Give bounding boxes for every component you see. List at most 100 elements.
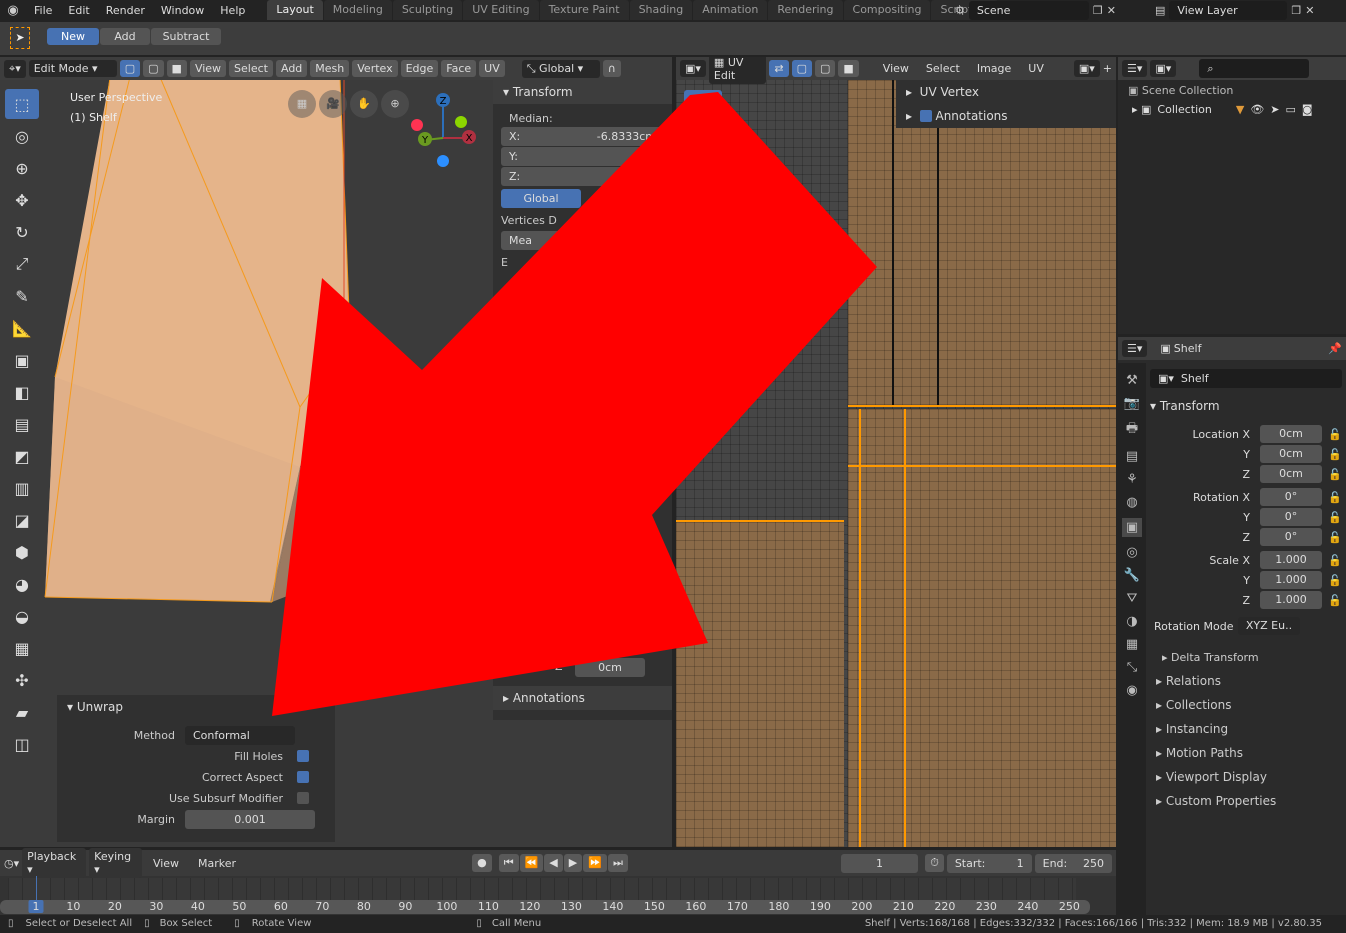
vertex-select-icon[interactable]: ▢ [119,60,141,77]
uv-select-tool-icon[interactable] [684,90,722,120]
median-y-field[interactable]: Y: [501,147,664,166]
texture-tab-icon[interactable]: ◉ [1126,683,1137,698]
move-icon[interactable]: ✥ [5,185,39,215]
cursor-icon[interactable]: ◎ [5,121,39,151]
rotate-icon[interactable]: ↻ [5,217,39,247]
prev-keyframe-icon[interactable]: ⏪ [519,854,544,872]
relations-section[interactable]: ▸ Relations [1148,669,1346,693]
rip-icon[interactable]: ◫ [5,729,39,759]
bevel-icon[interactable]: ◩ [5,441,39,471]
location-z-field[interactable]: 0cm [1260,465,1322,483]
timeline-view-menu[interactable]: View [145,857,187,870]
playback-menu[interactable]: Playback ▾ [22,848,87,878]
annotations-panel-header[interactable]: ▸ Annotations [493,686,672,710]
start-frame-field[interactable]: Start: 1 [946,853,1032,873]
filter-icon[interactable]: ▼ [1236,103,1244,116]
motion-paths-section[interactable]: ▸ Motion Paths [1148,741,1346,765]
tab-uv-editing[interactable]: UV Editing [463,0,539,20]
menu-select[interactable]: Select [229,60,273,77]
lock-icon[interactable]: 🔓 [1328,448,1342,461]
annotate-icon[interactable]: ✎ [5,281,39,311]
rotation-z-field[interactable]: 0° [1260,528,1322,546]
location-x-field[interactable]: 0cm [1260,425,1322,443]
properties-type-icon[interactable]: ☰▾ [1122,340,1148,357]
fill-holes-checkbox[interactable] [297,750,309,762]
menu-help[interactable]: Help [212,4,253,17]
transform-section-header[interactable]: ▾ Transform [1150,392,1342,420]
mode-dropdown[interactable]: Edit Mode ▾ [28,60,117,77]
scene-field[interactable]: Scene [968,0,1089,20]
modifier-tab-icon[interactable]: 🔧 [1124,568,1140,583]
marker-menu[interactable]: Marker [190,857,244,870]
grid-view-icon[interactable]: ▦ [288,90,316,118]
scale-z-field[interactable]: 1.000 [1260,591,1322,609]
object-name-field[interactable]: ▣▾ Shelf [1150,369,1342,388]
rotation-x-field[interactable]: 0° [1260,488,1322,506]
transform-panel-header[interactable]: ▾ Transform [493,80,672,104]
scale-icon[interactable]: ⤢ [5,249,39,279]
tab-texture-paint[interactable]: Texture Paint [539,0,629,20]
pin-icon[interactable]: 📌 [1328,342,1342,355]
smooth-icon[interactable]: ◒ [5,601,39,631]
loop-cut-icon[interactable]: ▥ [5,473,39,503]
add-cube-icon[interactable]: ▣ [5,345,39,375]
record-icon[interactable]: ● [472,854,492,872]
frame-ruler[interactable]: 1 10 20 30 40 50 60 70 80 90 100 110 120 130 140 150 160… [0,900,1090,914]
world-tab-icon[interactable]: ◍ [1126,495,1137,510]
extrude-icon[interactable]: ◧ [5,377,39,407]
scale-x-field[interactable]: 1.000 [1260,551,1322,569]
particles-tab-icon[interactable]: ⛛ [1127,591,1138,606]
lock-icon[interactable]: 🔓 [1328,574,1342,587]
copy-scene-icon[interactable]: ❐ [1093,4,1103,17]
custom-properties-section[interactable]: ▸ Custom Properties [1148,789,1346,813]
select-box-icon[interactable]: ⬚ [5,89,39,119]
pan-hand-icon[interactable]: ✋ [350,90,378,118]
menu-vertex[interactable]: Vertex [352,60,398,77]
new-image-icon[interactable]: + [1103,62,1112,75]
w-checkbox[interactable] [649,564,661,576]
collections-section[interactable]: ▸ Collections [1148,693,1346,717]
uv-vertex-panel[interactable]: ▸ UV Vertex [896,80,1116,104]
median-z-field[interactable]: Z: [501,167,664,186]
menu-add[interactable]: Add [275,60,308,77]
uv-mode-dropdown[interactable]: ▦ UV Edit [708,57,767,84]
visibility-eye-icon[interactable]: 👁 [1250,103,1264,116]
collection-row[interactable]: ▸ ▣ Collection ▼ 👁 ➤ ▭ ◙ [1118,101,1346,118]
timeline-type-icon[interactable]: ◷▾ [4,857,19,870]
copy-layer-icon[interactable]: ❐ [1291,4,1301,17]
outliner-search-input[interactable]: ⌕ [1199,59,1310,78]
stopwatch-icon[interactable]: ⏱ [925,854,944,872]
uv-editor-type-icon[interactable]: ▣▾ [680,60,706,77]
menu-uv[interactable]: UV [479,60,505,77]
tab-layout[interactable]: Layout [267,0,323,20]
z-value-field[interactable]: 0cm [575,658,645,677]
annotations-checkbox[interactable] [919,110,932,122]
uv-face-select-icon[interactable]: ■ [838,60,859,77]
render-tab-icon[interactable]: 📷 [1124,396,1140,411]
object-tab-icon[interactable]: ▣ [1121,518,1143,537]
lock-icon[interactable]: 🔓 [1328,594,1342,607]
selectable-icon[interactable]: ➤ [1270,103,1279,116]
tab-animation[interactable]: Animation [693,0,768,20]
menu-file[interactable]: File [26,4,60,17]
spin-icon[interactable]: ◕ [5,569,39,599]
median-x-field[interactable]: X: -6.8333cm [501,127,664,146]
output-tab-icon[interactable]: 🖶 [1126,419,1138,441]
tab-sculpting[interactable]: Sculpting [392,0,463,20]
instancing-section[interactable]: ▸ Instancing [1148,717,1346,741]
sync-select-icon[interactable]: ⇄ [769,60,789,77]
scene-tab-icon[interactable]: ⚘ [1126,472,1138,487]
uv-annotations-panel[interactable]: ▸ Annotations [896,104,1116,128]
current-frame-field[interactable]: 1 [840,853,919,873]
mode-new-button[interactable]: New [47,28,99,45]
measure-icon[interactable]: 📐 [5,313,39,343]
constraints-tab-icon[interactable]: ◑ [1126,614,1137,629]
rotation-mode-dropdown[interactable]: XYZ Eu.. [1238,617,1300,635]
render-camera-icon[interactable]: ◙ [1302,103,1313,116]
mode-add-button[interactable]: Add [100,28,150,45]
shrink-icon[interactable]: ✣ [5,665,39,695]
select-box-tool-icon[interactable]: ➤ [10,27,30,49]
mode-subtract-button[interactable]: Subtract [151,28,221,45]
snap-icon[interactable]: ∩ [602,60,621,77]
shear-icon[interactable]: ▰ [5,697,39,727]
